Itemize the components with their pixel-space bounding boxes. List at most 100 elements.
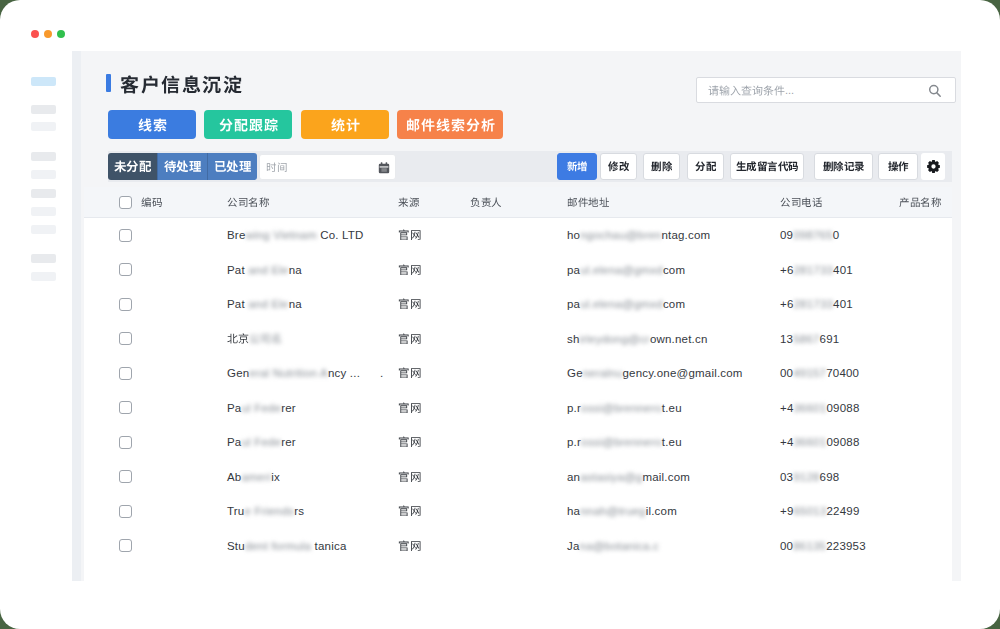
column-header-6[interactable]	[780, 187, 822, 218]
traffic-light-zoom[interactable]	[57, 30, 65, 38]
action-button-7[interactable]	[878, 153, 918, 180]
table-row[interactable]: Brewing Vietnam Co. LTDhongochau@brennta…	[84, 218, 952, 253]
cell-text: na	[289, 264, 302, 276]
cell-text: Stu	[227, 540, 245, 552]
column-header-1[interactable]	[141, 187, 162, 218]
cell-text: 09088	[827, 402, 860, 414]
cell-text: Ab	[227, 471, 241, 483]
cell-text: ix	[271, 471, 280, 483]
redacted-text: 36601	[794, 402, 827, 414]
action-button-2[interactable]	[600, 153, 637, 180]
row-checkbox[interactable]	[119, 367, 132, 380]
search-input[interactable]: ...	[696, 77, 956, 103]
row-checkbox[interactable]	[119, 539, 132, 552]
cell-email: p.rossi@brennerot.eu	[567, 425, 682, 460]
panel-gutter	[72, 51, 81, 581]
cell-text: mail.com	[642, 471, 690, 483]
cell-text: Pa	[227, 402, 241, 414]
search-icon[interactable]	[927, 83, 943, 99]
sidebar-skeleton-bar	[31, 189, 56, 198]
row-checkbox[interactable]	[119, 505, 132, 518]
nav-button-4[interactable]	[397, 110, 503, 139]
cell-source	[398, 287, 421, 322]
row-checkbox[interactable]	[119, 401, 132, 414]
cell-phone: 0086135223953	[780, 529, 866, 564]
cell-text: rs	[294, 505, 304, 517]
row-checkbox[interactable]	[119, 229, 132, 242]
cell-company: Pat and Elena	[227, 253, 302, 288]
cell-text: 0	[833, 229, 840, 241]
cell-text: 223953	[826, 540, 866, 552]
cell-source	[398, 529, 421, 564]
cell-phone: +96501322499	[780, 494, 859, 529]
table-row[interactable]: Paul Federerp.rossi@brennerot.eu+4366010…	[84, 391, 952, 426]
column-header-4[interactable]	[470, 187, 502, 218]
table-row[interactable]: Paul Federerp.rossi@brennerot.eu+4366010…	[84, 425, 952, 460]
cell-email: paul.elena@gmxdcom	[567, 253, 685, 288]
cell-email: hannah@truegil.com	[567, 494, 677, 529]
cell-company: Paul Federer	[227, 391, 296, 426]
table-row[interactable]: Pat and Elenapaul.elena@gmxdcom+62817334…	[84, 253, 952, 288]
nav-button-3[interactable]	[301, 110, 389, 139]
action-button-3[interactable]	[643, 153, 680, 180]
page-title	[120, 74, 243, 96]
table-header	[84, 187, 952, 218]
table-row[interactable]: True Friendsrshannah@truegil.com+9650132…	[84, 494, 952, 529]
cell-text: ntag.com	[661, 229, 710, 241]
row-checkbox[interactable]	[119, 470, 132, 483]
redacted-text: 36601	[794, 436, 827, 448]
redacted-text: ngochau@bren	[580, 229, 661, 241]
filter-tab-3[interactable]	[207, 153, 257, 180]
table-row[interactable]: Pat and Elenapaul.elena@gmxdcom+62817334…	[84, 287, 952, 322]
settings-button[interactable]	[921, 153, 945, 180]
action-button-6[interactable]	[814, 153, 873, 180]
cell-text: gency.one@gmail.com	[623, 367, 743, 379]
sidebar-skeleton-bar	[31, 207, 56, 216]
cell-phone: 090987650	[780, 218, 839, 253]
column-header-3[interactable]	[398, 187, 419, 218]
date-filter-input[interactable]	[259, 154, 396, 180]
cell-text: 09	[780, 229, 793, 241]
row-checkbox[interactable]	[119, 263, 132, 276]
cell-text: Tru	[227, 505, 244, 517]
cell-text: com	[663, 264, 685, 276]
cell-text: an	[567, 471, 580, 483]
redacted-text: and Ele	[245, 298, 289, 310]
sidebar-skeleton-bar	[31, 170, 56, 179]
row-checkbox[interactable]	[119, 298, 132, 311]
nav-button-2[interactable]	[204, 110, 292, 139]
table-row[interactable]: Abameriixanastasiya@gmail.com039128698	[84, 460, 952, 495]
row-checkbox[interactable]	[119, 436, 132, 449]
cell-text: sh	[567, 333, 580, 345]
cell-source	[398, 218, 421, 253]
traffic-light-close[interactable]	[31, 30, 39, 38]
redacted-text: ul Fede	[241, 402, 281, 414]
select-all-checkbox[interactable]	[119, 196, 132, 209]
redacted-text	[249, 333, 282, 345]
column-header-5[interactable]	[567, 187, 609, 218]
action-button-5[interactable]	[730, 153, 804, 180]
row-checkbox[interactable]	[119, 332, 132, 345]
cell-text: own.net.cn	[650, 333, 708, 345]
redacted-text: 098765	[793, 229, 833, 241]
column-header-7[interactable]	[899, 187, 941, 218]
cell-text: Ge	[567, 367, 583, 379]
table-row[interactable]: shirleydong@crown.net.cn135867691	[84, 322, 952, 357]
table-row[interactable]: Student formula tanicaJana@botanica.c008…	[84, 529, 952, 564]
cell-company: Student formula tanica	[227, 529, 347, 564]
redacted-text: wing Vietnam	[246, 229, 317, 241]
traffic-light-minimize[interactable]	[44, 30, 52, 38]
action-button-4[interactable]	[687, 153, 724, 180]
cell-phone: 135867691	[780, 322, 839, 357]
cell-company: General Nutrition Ancy ....	[227, 356, 383, 391]
redacted-text: ul.elena@gmxd	[580, 264, 663, 276]
cell-text: il.com	[646, 505, 677, 517]
main-panel: ...	[72, 51, 961, 581]
redacted-text: ossi@brennero	[581, 436, 662, 448]
nav-button-1[interactable]	[108, 110, 196, 139]
filter-tab-2[interactable]	[157, 153, 207, 180]
column-header-2[interactable]	[227, 187, 269, 218]
table-row[interactable]: General Nutrition Ancy ....Generalnugenc…	[84, 356, 952, 391]
action-button-1[interactable]	[557, 153, 597, 180]
filter-tab-1[interactable]	[108, 153, 157, 180]
